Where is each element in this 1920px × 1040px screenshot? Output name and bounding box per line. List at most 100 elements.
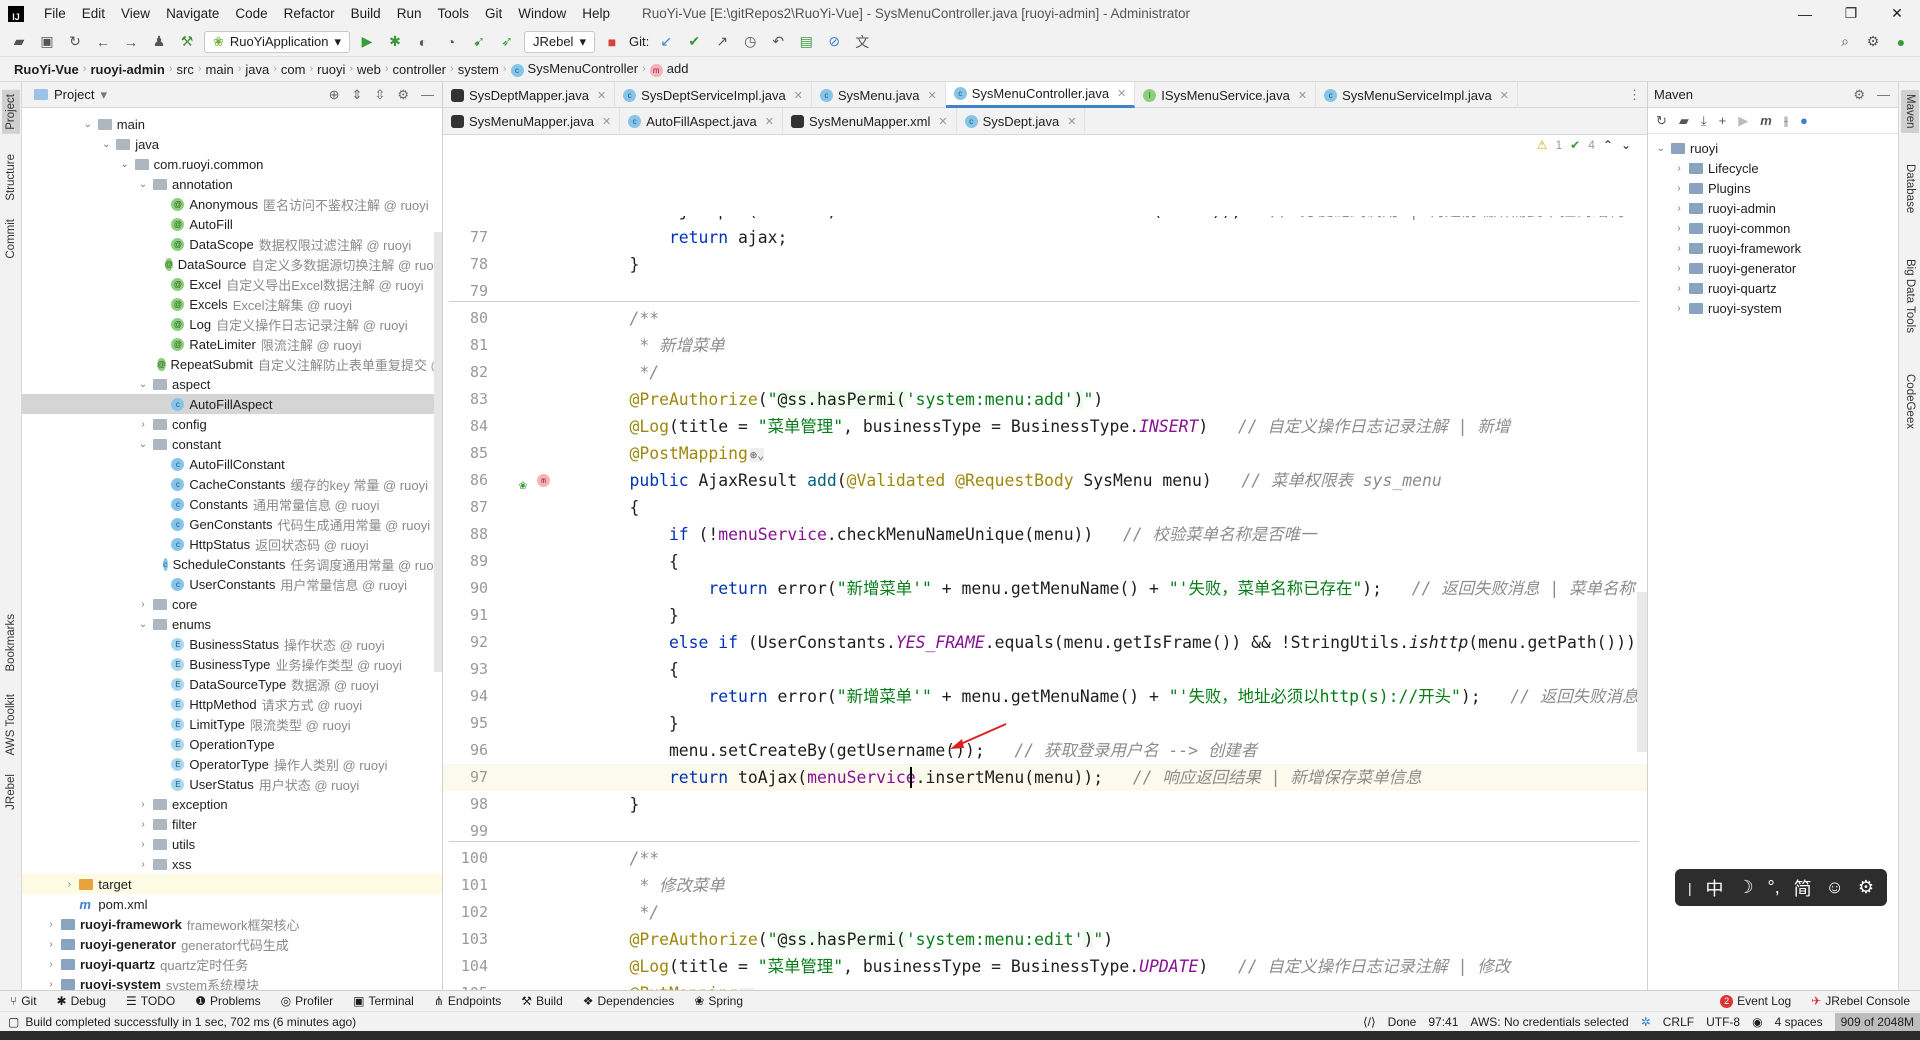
editor-tab[interactable]: c SysDept.java ✕	[957, 108, 1086, 134]
code-line[interactable]: 104 @Log(title = "菜单管理", businessType = …	[443, 953, 1647, 980]
project-tree-item[interactable]: E HttpMethod 请求方式 @ ruoyi	[22, 694, 442, 714]
ime-handle[interactable]: |	[1688, 880, 1692, 896]
ime-punctuation-icon[interactable]: °,	[1768, 877, 1780, 898]
next-highlight-icon[interactable]: ⌄	[1621, 138, 1631, 152]
close-tab-icon[interactable]: ✕	[938, 115, 947, 128]
line-number[interactable]: 103	[443, 926, 488, 953]
line-number[interactable]: 101	[443, 872, 488, 899]
maven-tree-item[interactable]: › ruoyi-generator	[1648, 258, 1898, 278]
breadcrumb-item[interactable]: system	[454, 62, 503, 77]
rollback-icon[interactable]: ↶	[767, 31, 789, 53]
code-line[interactable]: 86 public AjaxResult add(@Validated @Req…	[443, 467, 1647, 494]
menu-code[interactable]: Code	[227, 6, 275, 21]
chevron-right-icon[interactable]: ›	[1672, 303, 1686, 314]
line-number[interactable]: 76	[443, 216, 488, 224]
chevron-down-icon[interactable]: ▾	[100, 87, 107, 103]
coverage-icon[interactable]: ◐	[412, 31, 434, 53]
git-update-icon[interactable]: ↙	[655, 31, 677, 53]
project-scrollbar[interactable]	[434, 232, 442, 672]
project-tree-item[interactable]: c AutoFillAspect	[22, 394, 442, 414]
breadcrumb-item[interactable]: com	[277, 62, 310, 77]
close-tab-icon[interactable]: ✕	[928, 89, 937, 102]
tool-window-database[interactable]: Database	[1901, 160, 1919, 217]
chevron-down-icon[interactable]: ⌄	[99, 139, 113, 150]
indent-setting[interactable]: 4 spaces	[1775, 1015, 1823, 1029]
chevron-right-icon[interactable]: ›	[62, 879, 76, 890]
breadcrumb-item[interactable]: ruoyi-admin	[86, 62, 168, 77]
line-number[interactable]: 77	[443, 224, 488, 251]
memory-indicator[interactable]: 909 of 2048M	[1834, 1012, 1920, 1031]
minimize-button[interactable]: —	[1782, 0, 1828, 27]
tool-window-codegeex[interactable]: CodeGeex	[1901, 370, 1919, 433]
project-tree-item[interactable]: c Constants 通用常量信息 @ ruoyi	[22, 494, 442, 514]
project-tree-item[interactable]: @ DataSource 自定义多数据源切换注解 @ ruoyi	[22, 254, 442, 274]
chevron-right-icon[interactable]: ›	[136, 819, 150, 830]
line-number[interactable]: 90	[443, 575, 488, 602]
chevron-right-icon[interactable]: ›	[136, 799, 150, 810]
close-tab-icon[interactable]: ✕	[1298, 89, 1307, 102]
close-tab-icon[interactable]: ✕	[794, 89, 803, 102]
tool-todo[interactable]: ☰ TODO	[116, 994, 185, 1008]
menu-git[interactable]: Git	[477, 6, 510, 21]
maven-tree-item[interactable]: › ruoyi-admin	[1648, 198, 1898, 218]
code-line[interactable]: 77 return ajax;	[443, 224, 1647, 251]
chevron-right-icon[interactable]: ›	[1672, 163, 1686, 174]
expand-all-icon[interactable]: ⇕	[352, 87, 363, 103]
add-icon[interactable]: +	[1719, 113, 1727, 128]
code-line[interactable]: 85 @PostMapping ⊛⌄	[443, 440, 1647, 467]
tool-problems[interactable]: ❶ Problems	[185, 994, 270, 1008]
close-tab-icon[interactable]: ✕	[765, 115, 774, 128]
tool-jrebel-console[interactable]: ✈ JRebel Console	[1801, 994, 1920, 1008]
close-button[interactable]: ✕	[1874, 0, 1920, 27]
editor-tab[interactable]: c SysDeptServiceImpl.java ✕	[615, 82, 812, 108]
code-line[interactable]: 84 @Log(title = "菜单管理", businessType = B…	[443, 413, 1647, 440]
skip-tests-icon[interactable]: ●	[1800, 113, 1808, 128]
toggle-offline-icon[interactable]: ⫲	[1784, 113, 1788, 129]
code-line[interactable]: 103 @PreAuthorize("@ss.hasPermi('system:…	[443, 926, 1647, 953]
code-line[interactable]: 90 return error("新增菜单'" + menu.getMenuNa…	[443, 575, 1647, 602]
settings-icon[interactable]: ⚙	[1862, 31, 1884, 53]
menu-build[interactable]: Build	[343, 6, 389, 21]
breadcrumb-item[interactable]: web	[353, 62, 385, 77]
web-mapping-icon[interactable]: ⊛⌄	[749, 448, 765, 462]
close-tab-icon[interactable]: ✕	[1500, 89, 1509, 102]
jrebel-debug-icon[interactable]: ➶	[496, 31, 518, 53]
project-tree-item[interactable]: E BusinessType 业务操作类型 @ ruoyi	[22, 654, 442, 674]
project-tree-item[interactable]: @ RateLimiter 限流注解 @ ruoyi	[22, 334, 442, 354]
code-line[interactable]: 101 * 修改菜单	[443, 872, 1647, 899]
project-tree-item[interactable]: › config	[22, 414, 442, 434]
project-tree-item[interactable]: › filter	[22, 814, 442, 834]
jrebel-run-icon[interactable]: ➹	[468, 31, 490, 53]
tool-window-bookmarks[interactable]: Bookmarks	[2, 610, 20, 676]
inspection-widget[interactable]: ⚠ 1 ✔ 4 ⌃ ⌄	[1536, 138, 1631, 152]
aws-credentials[interactable]: AWS: No credentials selected	[1470, 1015, 1628, 1029]
project-tree-item[interactable]: › xss	[22, 854, 442, 874]
project-tree-item[interactable]: › exception	[22, 794, 442, 814]
download-icon[interactable]: ⤓	[1701, 113, 1707, 129]
sync-icon[interactable]: ↻	[64, 31, 86, 53]
editor-tab[interactable]: c AutoFillAspect.java ✕	[620, 108, 784, 134]
monitor-icon[interactable]: ▤	[795, 31, 817, 53]
chevron-right-icon[interactable]: ›	[1672, 243, 1686, 254]
line-number[interactable]: 97	[443, 764, 488, 791]
ime-simplified-mode[interactable]: 简	[1794, 875, 1812, 901]
save-icon[interactable]: ▣	[36, 31, 58, 53]
code-line[interactable]: 100 /**	[443, 845, 1647, 872]
project-tree-item[interactable]: › utils	[22, 834, 442, 854]
chevron-right-icon[interactable]: ›	[1672, 223, 1686, 234]
tool-profiler[interactable]: ◎ Profiler	[271, 994, 344, 1008]
collapse-all-icon[interactable]: ⇳	[374, 87, 385, 103]
project-tree-item[interactable]: E BusinessStatus 操作状态 @ ruoyi	[22, 634, 442, 654]
line-number[interactable]: 105	[443, 980, 488, 990]
chevron-down-icon[interactable]: ⌄	[136, 379, 150, 390]
chevron-right-icon[interactable]: ›	[1672, 263, 1686, 274]
code-line[interactable]: 78 }	[443, 251, 1647, 278]
editor-tab[interactable]: SysDeptMapper.java ✕	[443, 82, 616, 108]
tool-window-maven[interactable]: Maven	[1901, 90, 1919, 133]
line-number[interactable]: 98	[443, 791, 488, 818]
ime-settings-icon[interactable]: ⚙	[1858, 877, 1874, 898]
project-tree-item[interactable]: › ruoyi-quartz quartz定时任务	[22, 954, 442, 974]
project-tree-item[interactable]: › ruoyi-framework framework框架核心	[22, 914, 442, 934]
chevron-down-icon[interactable]: ⌄	[136, 179, 150, 190]
breadcrumb-item[interactable]: src	[173, 62, 198, 77]
